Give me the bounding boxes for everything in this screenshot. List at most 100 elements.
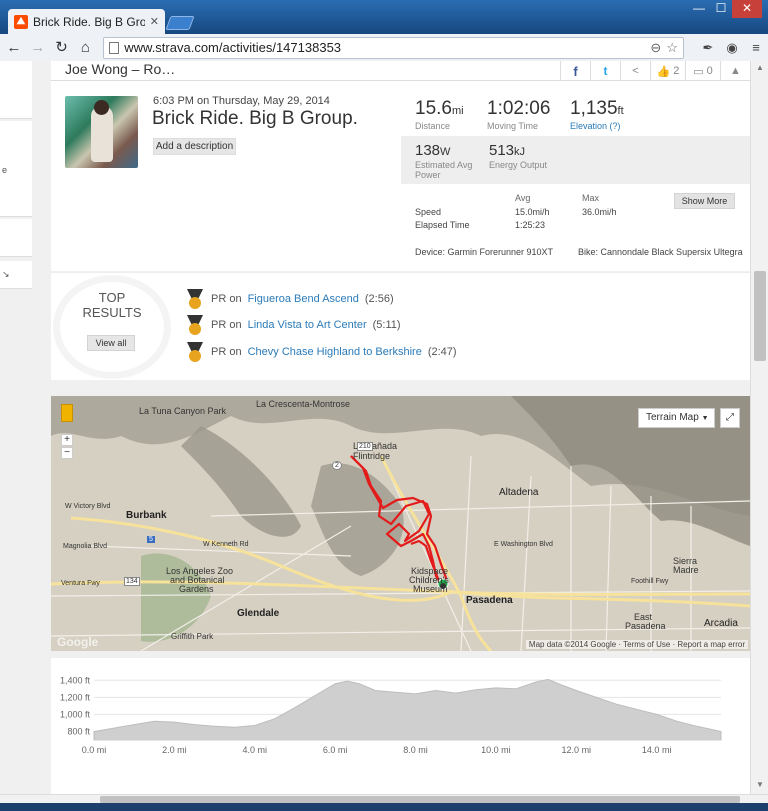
map-label: Arcadia	[704, 618, 738, 629]
map-label: Griffith Park	[171, 632, 214, 641]
distance-unit: mi	[451, 105, 464, 117]
map-label: Gardens	[179, 584, 214, 594]
extension-icon-2[interactable]: ◉	[724, 40, 740, 56]
fullscreen-icon[interactable]: ⤢	[720, 408, 740, 428]
zoom-icon[interactable]: ⊖	[650, 40, 661, 56]
x-tick-label: 6.0 mi	[323, 745, 348, 755]
comment-icon: ▭	[693, 65, 704, 78]
sidebar-stub[interactable]: e	[0, 121, 32, 217]
top-results-title: TOP RESULTS	[82, 290, 142, 320]
browser-toolbar: ← → ↻ ⌂ www.strava.com/activities/147138…	[0, 34, 768, 61]
reload-icon[interactable]: ↻	[52, 38, 72, 58]
kudos-count: 2	[673, 65, 680, 77]
bike-info[interactable]: Bike: Cannondale Black Supersix Ultegra	[578, 247, 743, 257]
window-titlebar: ⛰ Brick Ride. Big B Group. | S ✕ — ☐ ✕	[0, 0, 768, 34]
back-arrow-icon[interactable]: ←	[4, 38, 24, 58]
energy-value: 513	[489, 142, 515, 159]
activity-summary: 6:03 PM on Thursday, May 29, 2014 Brick …	[51, 81, 750, 271]
pr-medal-icon	[185, 342, 205, 362]
pr-medal-icon	[185, 289, 205, 309]
new-tab-button[interactable]	[165, 16, 195, 30]
facebook-share-icon[interactable]: f	[560, 61, 590, 81]
browser-tab[interactable]: ⛰ Brick Ride. Big B Group. | S ✕	[8, 9, 165, 34]
map-label: Flintridge	[353, 451, 391, 461]
segment-link[interactable]: Figueroa Bend Ascend	[248, 293, 359, 305]
map-label: La Tuna Canyon Park	[139, 406, 227, 416]
show-more-button[interactable]: Show More	[674, 193, 735, 209]
highway-shield: 134	[124, 577, 140, 586]
x-tick-label: 2.0 mi	[162, 745, 187, 755]
horizontal-scrollbar[interactable]	[0, 794, 768, 803]
map-attribution[interactable]: Map data ©2014 Google · Terms of Use · R…	[525, 640, 748, 649]
power-band: 138W Estimated Avg Power 513kJ Energy Ou…	[401, 136, 750, 184]
athlete-photo[interactable]	[65, 96, 138, 168]
minimize-button[interactable]: —	[688, 0, 710, 18]
pr-prefix: PR on	[211, 319, 242, 331]
collapse-icon[interactable]: ▲	[720, 61, 750, 81]
sidebar-stub[interactable]	[0, 61, 32, 119]
elevation-help-link[interactable]: Elevation (?)	[570, 121, 624, 131]
top-results: TOP RESULTS View all PR on Figueroa Bend…	[51, 272, 750, 380]
share-icon[interactable]: <	[620, 61, 650, 81]
map-label: Foothill Fwy	[631, 578, 669, 585]
elevation-chart[interactable]: 1,400 ft 1,200 ft 1,000 ft 800 ft 0.0 mi 2.0 …	[51, 658, 750, 794]
maximize-button[interactable]: ☐	[710, 0, 732, 18]
add-description-button[interactable]: Add a description	[153, 138, 236, 155]
distance-value: 15.6	[415, 98, 452, 119]
thumbs-up-icon: 👍	[656, 65, 671, 78]
scrollbar-thumb[interactable]	[754, 271, 766, 361]
menu-icon[interactable]: ≡	[748, 40, 764, 56]
url-text[interactable]: www.strava.com/activities/147138353	[124, 40, 645, 55]
avg-header: Avg	[515, 193, 531, 203]
map-type-dropdown[interactable]: Terrain Map ▼	[638, 408, 715, 428]
twitter-share-icon[interactable]: t	[590, 61, 620, 81]
highway-shield: 210	[357, 442, 373, 451]
comments-button[interactable]: ▭ 0	[685, 61, 720, 81]
highway-shield: 2	[332, 461, 342, 470]
y-tick-label: 1,200 ft	[60, 692, 91, 702]
power-stat: 138W Estimated Avg Power	[415, 142, 485, 180]
zoom-in-button[interactable]: +	[61, 434, 73, 446]
kudos-button[interactable]: 👍 2	[650, 61, 685, 81]
map-label: E Washington Blvd	[494, 541, 553, 548]
scroll-down-icon[interactable]: ▼	[756, 780, 764, 789]
map-label: W Kenneth Rd	[203, 541, 249, 548]
extension-icon[interactable]: ✒	[700, 40, 716, 56]
map-label: Glendale	[237, 608, 280, 619]
tab-title: Brick Ride. Big B Group. | S	[33, 14, 145, 29]
power-value: 138	[415, 142, 441, 159]
photo-head	[94, 100, 109, 115]
elevation-value: 1,135	[570, 98, 618, 119]
moving-time-stat: 1:02:06 Moving Time	[487, 98, 550, 131]
moving-time-label: Moving Time	[487, 121, 539, 131]
address-bar[interactable]: www.strava.com/activities/147138353 ⊖ ☆	[103, 36, 684, 59]
zoom-out-button[interactable]: −	[61, 447, 73, 459]
activity-date: 6:03 PM on Thursday, May 29, 2014	[153, 95, 330, 107]
map-label: Altadena	[499, 487, 539, 498]
tab-close-icon[interactable]: ✕	[150, 15, 159, 28]
segment-link[interactable]: Linda Vista to Art Center	[248, 319, 367, 331]
segment-link[interactable]: Chevy Chase Highland to Berkshire	[248, 346, 422, 358]
sidebar-stub[interactable]: ↘	[0, 261, 32, 289]
route-map[interactable]: La Crescenta-Montrose La Tuna Canyon Par…	[51, 396, 750, 651]
x-tick-label: 0.0 mi	[82, 745, 107, 755]
horizontal-scrollbar-thumb[interactable]	[100, 796, 740, 803]
energy-stat: 513kJ Energy Output	[489, 142, 547, 170]
scroll-up-icon[interactable]: ▲	[756, 63, 764, 72]
view-all-button[interactable]: View all	[87, 335, 135, 351]
street-view-pegman-icon[interactable]	[61, 404, 73, 422]
star-icon[interactable]: ☆	[666, 40, 678, 56]
social-actions: f t < 👍 2 ▭ 0 ▲	[560, 61, 750, 81]
vertical-scrollbar[interactable]: ▲ ▼	[750, 61, 768, 803]
home-icon[interactable]: ⌂	[75, 38, 95, 58]
close-window-button[interactable]: ✕	[732, 0, 762, 18]
map-label: Pasadena	[625, 621, 666, 631]
athlete-name[interactable]: Joe Wong – Ro…	[65, 61, 175, 77]
map-type-label: Terrain Map	[646, 412, 699, 423]
page-icon	[109, 41, 120, 54]
forward-arrow-icon[interactable]: →	[28, 38, 48, 58]
chevron-down-icon: ▼	[701, 415, 709, 422]
sidebar-stub[interactable]	[0, 219, 32, 257]
page-viewport: e ↘ Joe Wong – Ro… f t < 👍 2 ▭ 0 ▲ 6:03 PM…	[0, 61, 768, 803]
map-label: Ventura Fwy	[61, 580, 100, 587]
